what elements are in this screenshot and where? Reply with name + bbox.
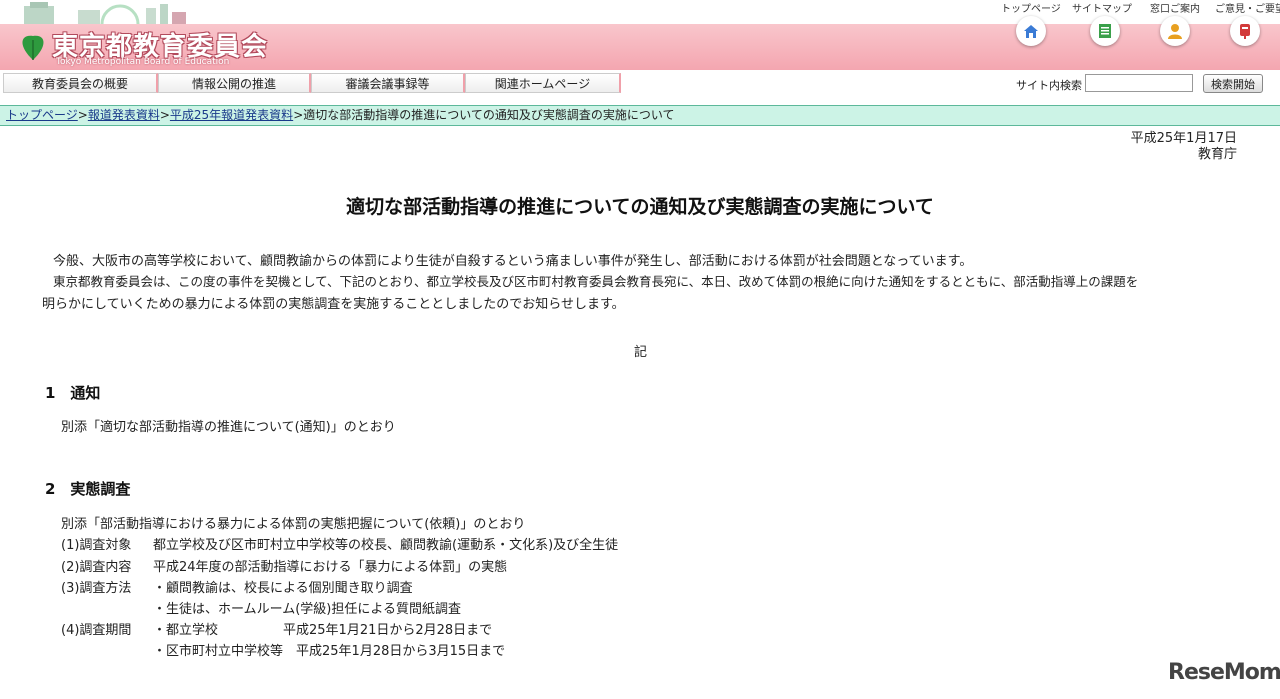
survey-item-value: ・顧問教諭は、校長による個別聞き取り調査: [153, 581, 413, 596]
breadcrumb-separator: >: [159, 108, 170, 122]
util-link-feedback[interactable]: ご意見・ご要望: [1215, 0, 1280, 15]
nav-item-related-links[interactable]: 関連ホームページ: [465, 73, 621, 93]
util-link-top[interactable]: トップページ: [1001, 0, 1061, 15]
breadcrumb-separator: >: [293, 108, 304, 122]
section-1-heading: 1 通知: [45, 384, 101, 402]
survey-item-value: ・区市町村立中学校等 平成25年1月28日から3月15日まで: [153, 644, 506, 659]
section-1-body: 別添「適切な部活動指導の推進について(通知)」のとおり: [61, 420, 396, 435]
nav-item-minutes[interactable]: 審議会議事録等: [311, 73, 465, 93]
search-button[interactable]: 検索開始: [1203, 74, 1263, 93]
section-2-heading: 2 実態調査: [45, 480, 131, 498]
survey-item-value: ・都立学校 平成25年1月21日から2月28日まで: [153, 623, 493, 638]
mailbox-icon[interactable]: [1230, 16, 1260, 46]
sitemap-icon[interactable]: [1090, 16, 1120, 46]
contact-person-icon[interactable]: [1160, 16, 1190, 46]
survey-item-label: (1)調査対象: [61, 538, 132, 553]
section-2-body: 別添「部活動指導における暴力による体罰の実態把握について(依頼)」のとおり: [61, 517, 526, 532]
document-issuer: 教育庁: [1197, 147, 1237, 162]
ki-marker: 記: [634, 345, 648, 360]
document-title: 適切な部活動指導の推進についての通知及び実態調査の実施について: [346, 196, 934, 218]
nav-item-disclosure[interactable]: 情報公開の推進: [158, 73, 311, 93]
nav-item-overview[interactable]: 教育委員会の概要: [3, 73, 158, 93]
survey-item-label: (2)調査内容: [61, 560, 132, 575]
breadcrumb-current: 適切な部活動指導の推進についての通知及び実態調査の実施について: [303, 108, 675, 122]
intro-paragraph-1: 今般、大阪市の高等学校において、顧問教諭からの体罰により生徒が自殺するという痛ま…: [53, 254, 973, 269]
breadcrumb-link-press[interactable]: 報道発表資料: [88, 108, 160, 122]
search-label: サイト内検索: [1016, 79, 1082, 92]
survey-item-value: ・生徒は、ホームルーム(学級)担任による質問紙調査: [153, 602, 461, 617]
breadcrumb: トップページ>報道発表資料>平成25年報道発表資料>適切な部活動指導の推進につい…: [0, 105, 1280, 126]
home-icon[interactable]: [1016, 16, 1046, 46]
util-link-sitemap[interactable]: サイトマップ: [1072, 0, 1132, 15]
intro-paragraph-3: 明らかにしていくための暴力による体罰の実態調査を実施することとしましたのでお知ら…: [42, 297, 625, 312]
resemom-watermark: ReseMom: [1168, 660, 1280, 685]
breadcrumb-link-h25[interactable]: 平成25年報道発表資料: [170, 108, 293, 122]
survey-item-value: 都立学校及び区市町村立中学校等の校長、顧問教諭(運動系・文化系)及び全生徒: [153, 538, 619, 553]
city-skyline-illustration: [24, 2, 186, 24]
intro-paragraph-2: 東京都教育委員会は、この度の事件を契機として、下記のとおり、都立学校長及び区市町…: [53, 274, 1139, 289]
survey-item-value: 平成24年度の部活動指導における「暴力による体罰」の実態: [153, 560, 508, 575]
survey-item-label: (3)調査方法: [61, 581, 132, 596]
util-link-contact[interactable]: 窓口ご案内: [1150, 0, 1200, 15]
breadcrumb-separator: >: [77, 108, 88, 122]
breadcrumb-link-top[interactable]: トップページ: [6, 108, 78, 122]
search-input[interactable]: [1085, 74, 1193, 92]
survey-item-label: (4)調査期間: [61, 623, 132, 638]
tokyo-ginkgo-logo-icon: [22, 35, 44, 60]
site-subtitle: Tokyo Metropolitan Board of Education: [56, 57, 230, 67]
